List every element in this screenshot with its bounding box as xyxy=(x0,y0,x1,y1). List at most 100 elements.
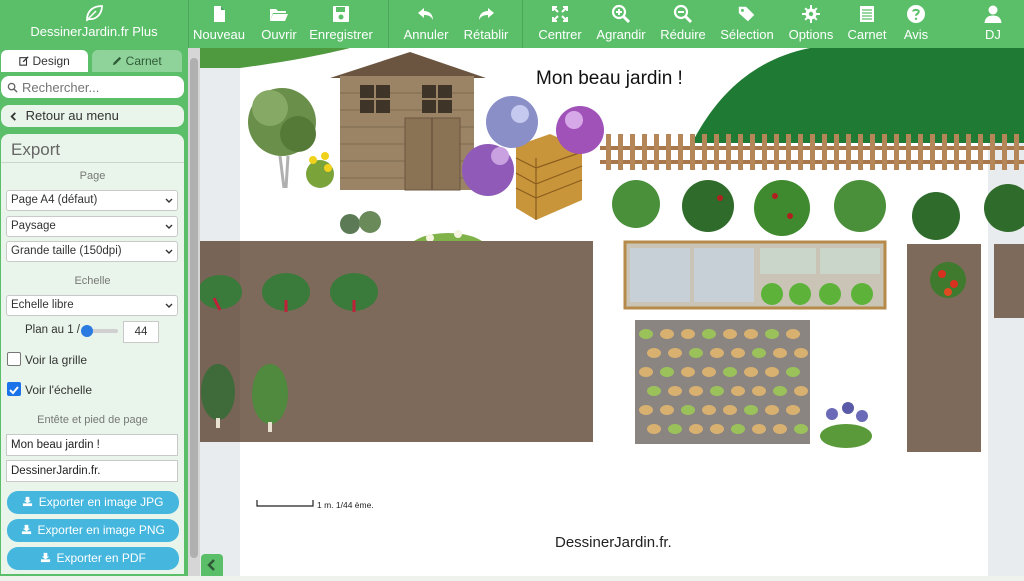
fence-picket xyxy=(954,134,959,170)
potato-plant xyxy=(773,348,787,358)
potato-plant xyxy=(668,424,682,434)
zoom-out-button[interactable]: Réduire xyxy=(656,4,710,42)
zoom-out-button-label: Réduire xyxy=(660,27,706,42)
show-scale-checkbox[interactable] xyxy=(7,382,21,396)
fence-picket xyxy=(834,134,839,170)
fence-picket xyxy=(942,134,947,170)
fence-picket xyxy=(774,134,779,170)
potato-plant xyxy=(647,348,661,358)
page-format-select[interactable]: Page A4 (défaut) xyxy=(6,190,178,211)
notebook-icon xyxy=(860,6,874,22)
open-button[interactable]: Ouvrir xyxy=(250,4,308,42)
resolution-select[interactable]: Grande taille (150dpi) xyxy=(6,241,178,262)
potato-plant xyxy=(744,329,758,339)
potato-plant xyxy=(660,367,674,377)
potato-plant xyxy=(744,367,758,377)
export-pdf-label: Exporter en PDF xyxy=(56,551,146,565)
undo-button[interactable]: Annuler xyxy=(398,4,454,42)
export-title: Export xyxy=(11,140,61,159)
fence-picket xyxy=(882,134,887,170)
chard-plants xyxy=(200,273,378,312)
scale-mode-value: Echelle libre xyxy=(11,299,74,311)
chevron-down-icon xyxy=(165,224,173,229)
potato-plant xyxy=(689,348,703,358)
toolbar-divider xyxy=(522,0,523,48)
export-jpg-button[interactable]: Exporter en image JPG xyxy=(7,491,179,514)
fence-picket xyxy=(798,134,803,170)
potato-plant xyxy=(710,424,724,434)
fence-picket xyxy=(966,134,971,170)
toolbar-divider xyxy=(388,0,389,48)
selection-button-label: Sélection xyxy=(720,27,774,42)
potato-plant xyxy=(773,424,787,434)
potato-plant xyxy=(752,424,766,434)
potato-plant xyxy=(731,348,745,358)
export-panel: Export Page Page A4 (défaut) Paysage Gra… xyxy=(1,134,184,574)
potato-plant xyxy=(702,329,716,339)
side-bed xyxy=(994,244,1024,318)
orientation-select[interactable]: Paysage xyxy=(6,216,178,237)
feedback-button[interactable]: Avis xyxy=(896,4,936,42)
plan-scale-slider[interactable] xyxy=(81,325,118,337)
fence-picket xyxy=(918,134,923,170)
fence-picket xyxy=(990,134,995,170)
potato-plant xyxy=(773,386,787,396)
collapse-sidebar-button[interactable] xyxy=(201,554,223,576)
fence-picket xyxy=(738,134,743,170)
show-grid-checkbox[interactable] xyxy=(7,352,21,366)
undo-icon xyxy=(418,8,433,20)
redo-button-label: Rétablir xyxy=(463,27,509,42)
canvas-footer: DessinerJardin.fr. xyxy=(555,534,672,551)
potato-plant xyxy=(765,405,779,415)
plan-scale-input[interactable]: 44 xyxy=(123,321,159,343)
question-icon xyxy=(907,5,925,23)
app-brand[interactable]: DessinerJardin.fr Plus xyxy=(14,4,174,39)
redo-button[interactable]: Rétablir xyxy=(458,4,514,42)
header-text-input[interactable]: Mon beau jardin ! xyxy=(6,434,178,456)
fence-picket xyxy=(822,134,827,170)
options-button[interactable]: Options xyxy=(784,4,838,42)
search-box[interactable] xyxy=(1,76,184,98)
fence-picket xyxy=(846,134,851,170)
scale-mode-select[interactable]: Echelle libre xyxy=(6,295,178,316)
divider xyxy=(1,162,184,163)
chevron-left-icon xyxy=(207,559,215,571)
potato-plant xyxy=(723,367,737,377)
search-input[interactable] xyxy=(22,79,172,95)
potato-plant xyxy=(702,405,716,415)
potato-plant xyxy=(639,367,653,377)
scrollbar-thumb[interactable] xyxy=(190,58,198,558)
potato-plant xyxy=(744,405,758,415)
options-button-label: Options xyxy=(788,27,834,42)
user-icon xyxy=(984,5,1002,23)
canvas-title: Mon beau jardin ! xyxy=(536,68,683,89)
selection-button[interactable]: Sélection xyxy=(716,4,778,42)
export-png-button[interactable]: Exporter en image PNG xyxy=(7,519,179,542)
garden-canvas[interactable]: Mon beau jardin ! 1 m. 1/44 ème. Dessine… xyxy=(200,48,1024,576)
center-button[interactable]: Centrer xyxy=(532,4,588,42)
tomato-plant xyxy=(930,262,966,298)
notebook-button[interactable]: Carnet xyxy=(842,4,892,42)
sidebar-scrollbar[interactable] xyxy=(188,48,200,576)
zoom-in-button[interactable]: Agrandir xyxy=(592,4,650,42)
back-to-menu-button[interactable]: Retour au menu xyxy=(1,105,184,127)
potato-plant xyxy=(752,348,766,358)
zoom-out-icon xyxy=(673,4,693,24)
plan-scale-slider-handle[interactable] xyxy=(81,325,94,337)
new-button[interactable]: Nouveau xyxy=(190,4,248,42)
top-toolbar: DessinerJardin.fr Plus Nouveau Ouvrir En… xyxy=(0,0,1024,48)
tab-design[interactable]: Design xyxy=(1,50,88,72)
footer-text-input[interactable]: DessinerJardin.fr. xyxy=(6,460,178,482)
potato-plant xyxy=(794,348,808,358)
scale-text: 1 m. 1/44 ème. xyxy=(317,500,374,510)
export-pdf-button[interactable]: Exporter en PDF xyxy=(7,547,179,570)
tab-carnet[interactable]: Carnet xyxy=(92,50,182,72)
feedback-button-label: Avis xyxy=(903,27,929,42)
chevron-down-icon xyxy=(165,198,173,203)
sidebar-tabs: Design Carnet xyxy=(0,48,188,72)
save-button[interactable]: Enregistrer xyxy=(305,4,377,42)
user-account-button[interactable]: DJ xyxy=(976,4,1010,42)
potato-plant xyxy=(723,405,737,415)
redo-icon xyxy=(479,8,494,20)
potato-plant xyxy=(647,424,661,434)
